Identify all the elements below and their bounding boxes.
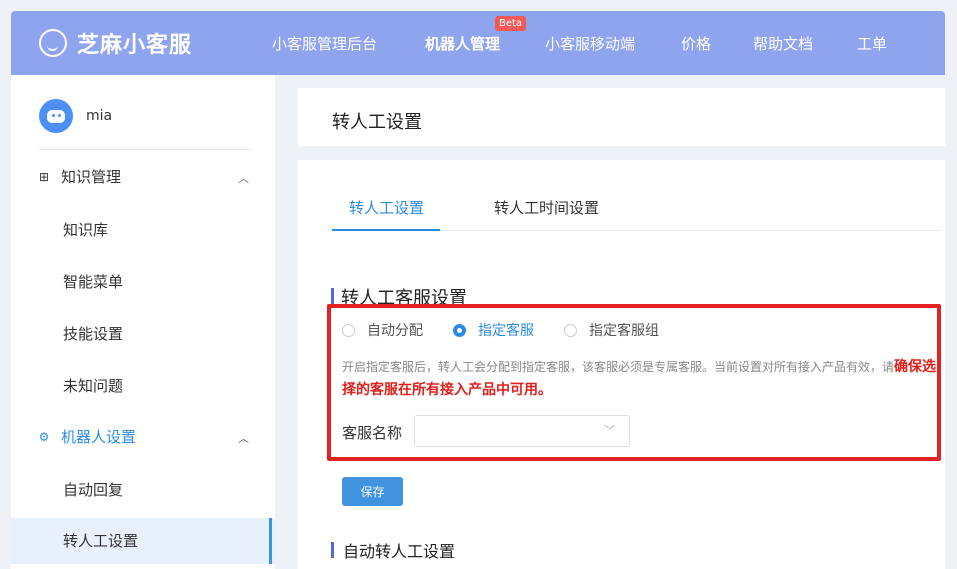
highlight-box xyxy=(327,304,941,461)
beta-badge: Beta xyxy=(495,16,527,31)
top-navbar: 芝麻小客服 小客服管理后台 机器人管理 Beta 小客服移动端 价格 帮助文档 … xyxy=(11,11,945,75)
nav-item-ticket[interactable]: 工单 xyxy=(857,33,887,54)
sidebar-item-transfer-human[interactable]: 转人工设置 xyxy=(11,518,275,564)
user-profile[interactable]: mia xyxy=(39,99,112,133)
section-marker xyxy=(331,542,334,558)
chevron-up-icon[interactable]: ︿ xyxy=(238,170,249,186)
sidebar: mia ⊞ 知识管理 ︿ 知识库 智能菜单 技能设置 未知问题 ⚙ 机器人设置 … xyxy=(11,75,275,569)
smile-logo-icon xyxy=(39,29,67,57)
logo-text: 芝麻小客服 xyxy=(77,33,193,58)
divider xyxy=(39,149,251,150)
nav-item-price[interactable]: 价格 xyxy=(681,33,711,54)
sidebar-item-unknown[interactable]: 未知问题 xyxy=(63,375,123,396)
user-name: mia xyxy=(86,108,113,124)
active-indicator xyxy=(269,518,272,564)
chevron-up-icon[interactable]: ︿ xyxy=(238,430,249,446)
robot-icon xyxy=(47,110,65,123)
page-title: 转人工设置 xyxy=(332,112,422,133)
sidebar-item-auto-reply[interactable]: 自动回复 xyxy=(63,479,123,500)
app-logo[interactable]: 芝麻小客服 xyxy=(39,27,192,59)
sidebar-group-label: 机器人设置 xyxy=(61,428,137,446)
save-button[interactable]: 保存 xyxy=(342,477,403,506)
sidebar-group-robot-settings[interactable]: ⚙ 机器人设置 xyxy=(37,426,136,447)
tab-transfer-settings[interactable]: 转人工设置 xyxy=(349,197,424,218)
nav-item-robot[interactable]: 机器人管理 xyxy=(425,33,500,54)
sidebar-item-label: 转人工设置 xyxy=(63,532,139,550)
nav-item-mobile[interactable]: 小客服移动端 xyxy=(545,33,635,54)
tab-transfer-time[interactable]: 转人工时间设置 xyxy=(494,197,599,218)
sidebar-item-smart-menu[interactable]: 智能菜单 xyxy=(63,271,123,292)
sidebar-group-label: 知识管理 xyxy=(61,168,122,186)
sidebar-item-knowledge-base[interactable]: 知识库 xyxy=(63,219,108,240)
section-auto-transfer: 自动转人工设置 xyxy=(331,538,455,562)
tab-underline xyxy=(332,229,440,231)
nav-item-docs[interactable]: 帮助文档 xyxy=(753,33,813,54)
avatar xyxy=(39,99,73,133)
grid-icon: ⊞ xyxy=(38,169,50,184)
section-title-text: 自动转人工设置 xyxy=(343,542,456,561)
gear-icon: ⚙ xyxy=(38,429,50,444)
page-header: 转人工设置 xyxy=(298,88,945,146)
sidebar-item-skills[interactable]: 技能设置 xyxy=(63,323,123,344)
sidebar-group-knowledge[interactable]: ⊞ 知识管理 xyxy=(37,166,121,187)
tab-bar: 转人工设置 转人工时间设置 xyxy=(332,184,940,231)
nav-item-admin[interactable]: 小客服管理后台 xyxy=(272,33,377,54)
